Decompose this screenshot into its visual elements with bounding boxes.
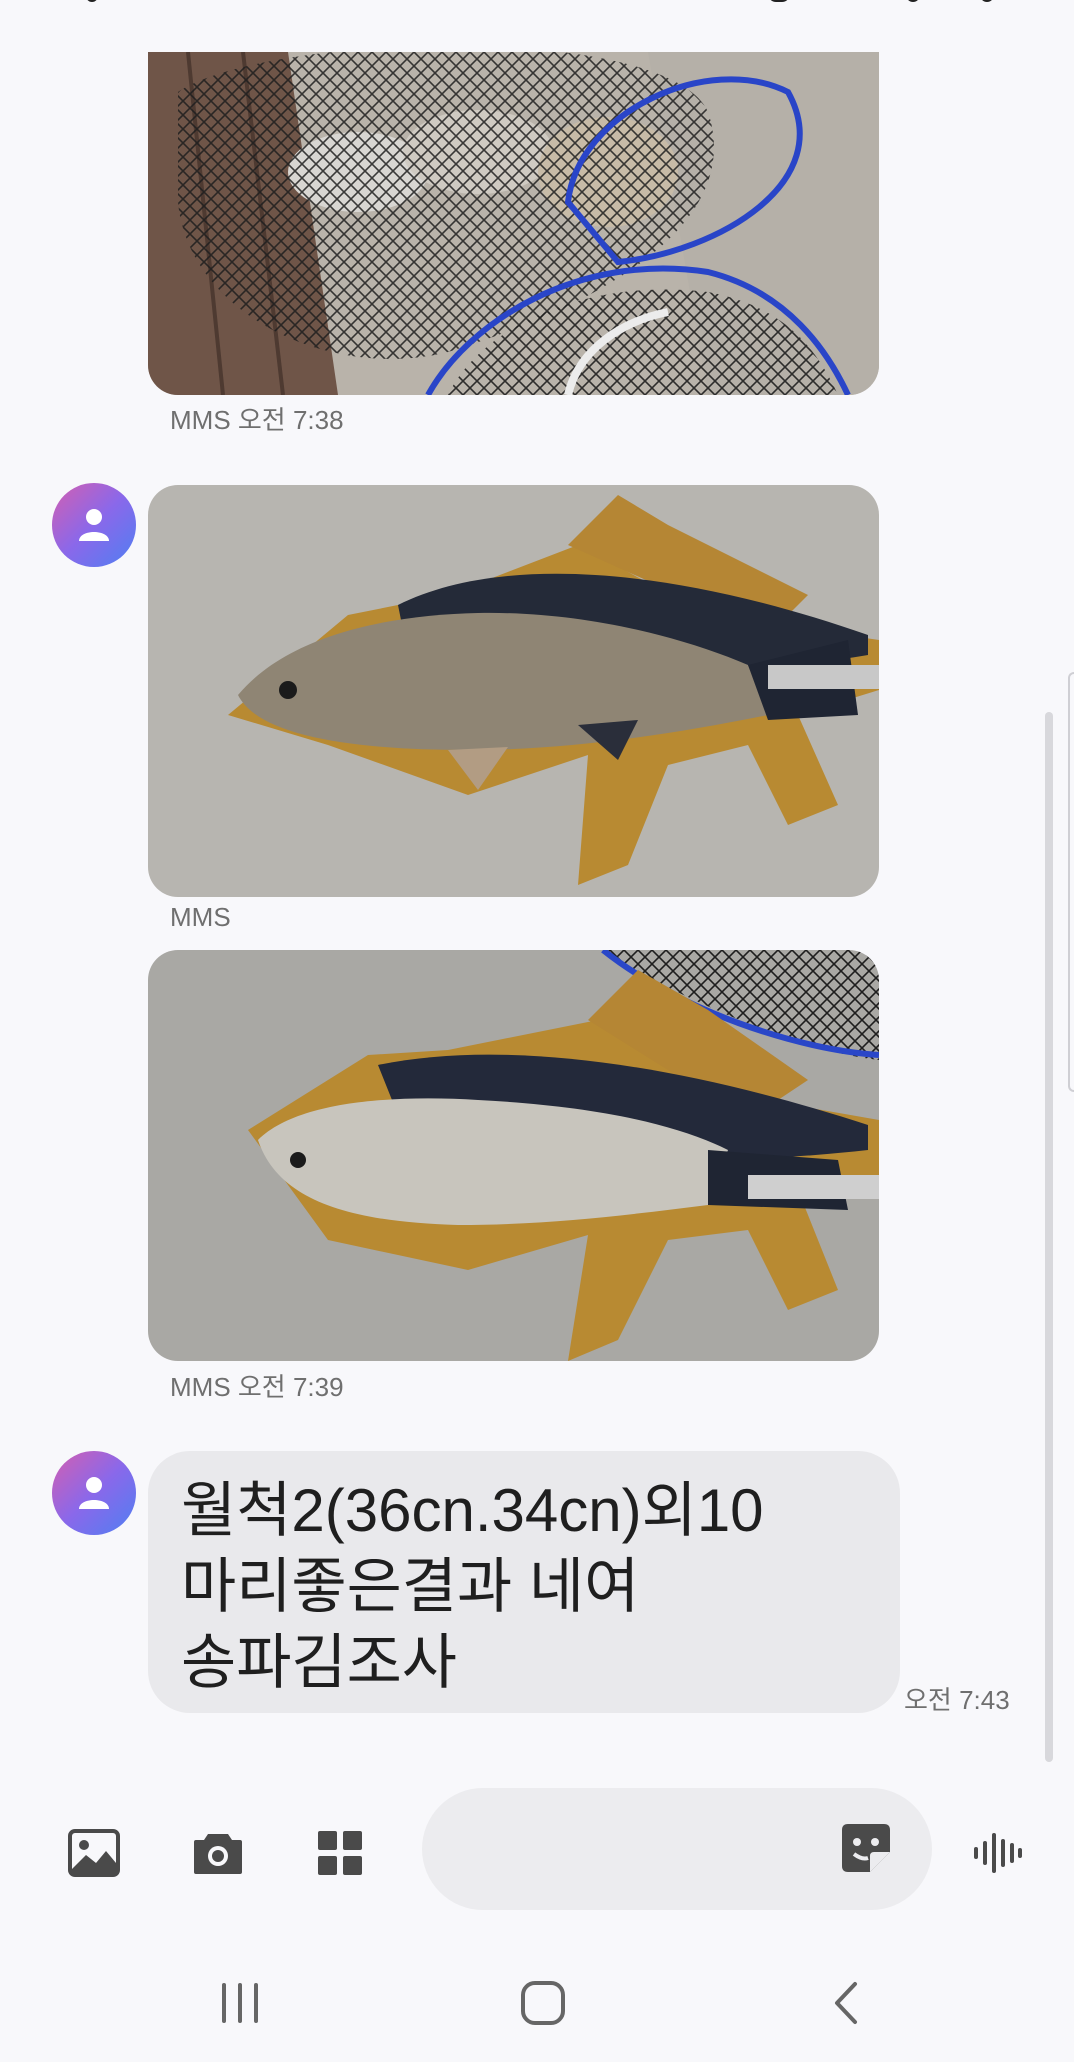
message-meta-1: MMS 오전 7:38 bbox=[170, 405, 344, 435]
message-time: 오전 7:43 bbox=[904, 1685, 1010, 1715]
message-meta-2: MMS bbox=[170, 902, 231, 932]
mms-image-nets[interactable] bbox=[148, 52, 879, 395]
voice-icon[interactable] bbox=[968, 1823, 1028, 1883]
recent-apps-icon[interactable] bbox=[200, 1968, 280, 2038]
home-icon[interactable] bbox=[503, 1968, 583, 2038]
avatar[interactable] bbox=[52, 483, 136, 567]
edge-panel-handle[interactable] bbox=[1068, 672, 1074, 1092]
message-text: 월척2(36cn.34cn)외10 마리좋은결과 네여 송파김조사 bbox=[181, 1477, 764, 1696]
status-bar bbox=[0, 0, 1074, 8]
sticker-icon[interactable] bbox=[838, 1820, 894, 1876]
gallery-icon[interactable] bbox=[64, 1823, 124, 1883]
mms-image-fish-1[interactable] bbox=[148, 485, 879, 897]
person-icon bbox=[79, 1477, 109, 1509]
scrollbar[interactable] bbox=[1045, 712, 1053, 1762]
message-input[interactable] bbox=[422, 1788, 932, 1910]
message-meta-3: MMS 오전 7:39 bbox=[170, 1372, 344, 1402]
mms-image-fish-2[interactable] bbox=[148, 950, 879, 1361]
camera-icon[interactable] bbox=[188, 1823, 248, 1883]
back-icon[interactable] bbox=[806, 1968, 886, 2038]
apps-icon[interactable] bbox=[310, 1823, 370, 1883]
avatar[interactable] bbox=[52, 1451, 136, 1535]
message-bubble[interactable]: 월척2(36cn.34cn)외10 마리좋은결과 네여 송파김조사 bbox=[148, 1451, 900, 1713]
person-icon bbox=[79, 509, 109, 541]
